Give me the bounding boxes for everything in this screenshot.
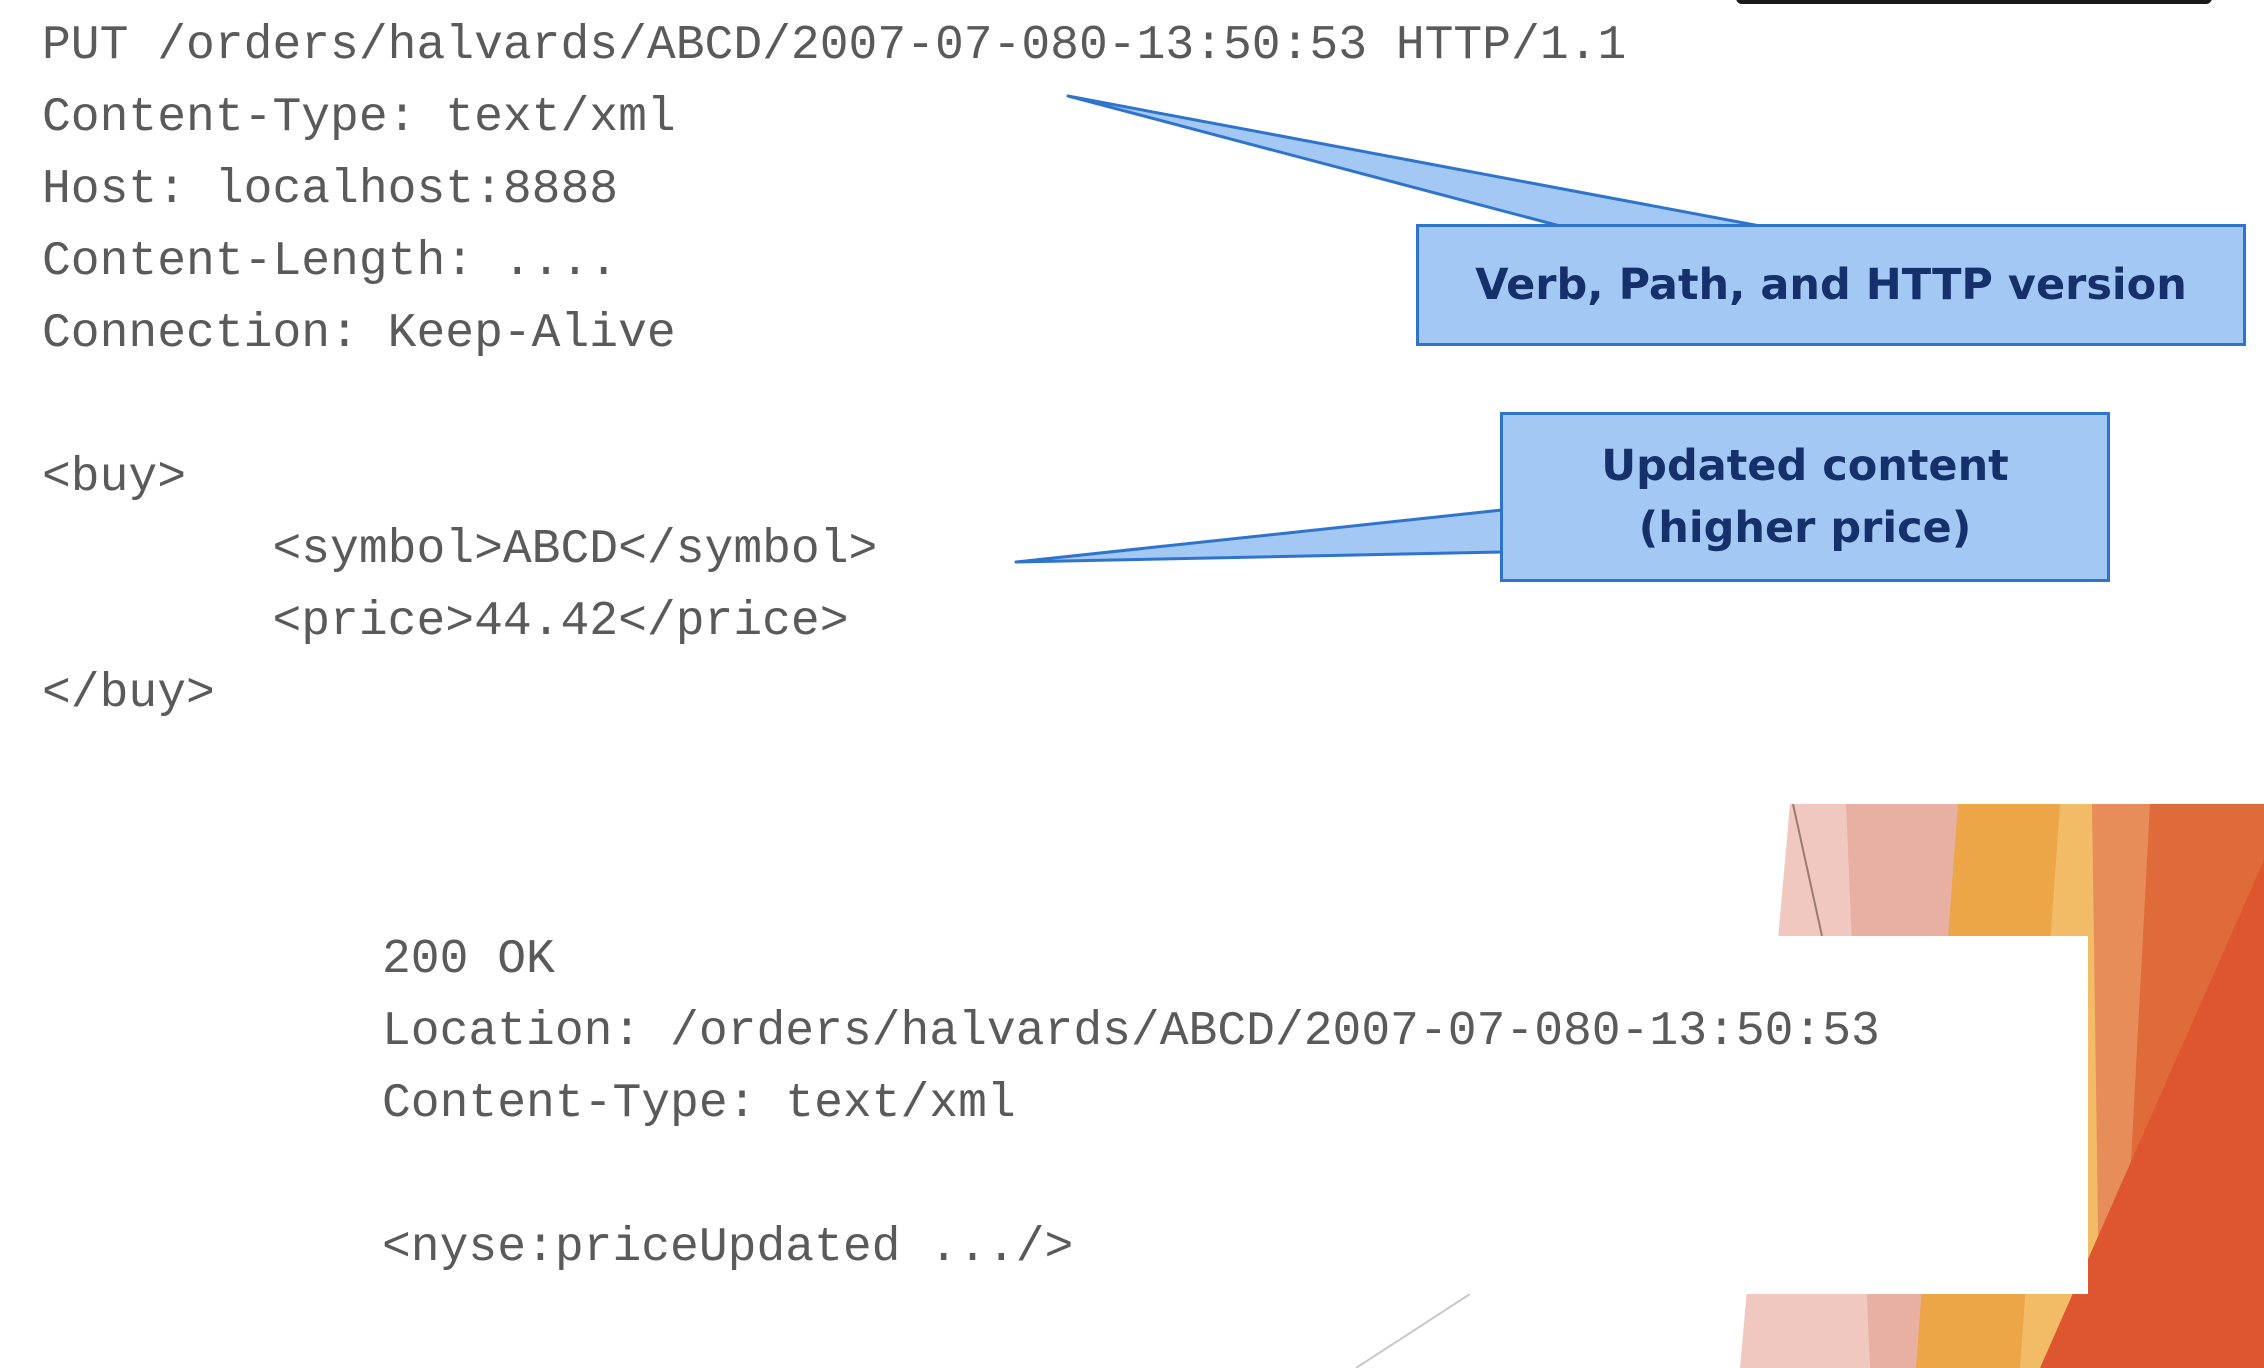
updated-content-callout: Updated content (higher price) — [1500, 412, 2110, 582]
status-line: 200 OK — [382, 933, 555, 987]
response-body: <nyse:priceUpdated .../> — [382, 1221, 1074, 1275]
content-callout-pointer — [1014, 508, 1504, 564]
response-content-type: Content-Type: text/xml — [382, 1077, 1016, 1131]
location-header: Location: /orders/halvards/ABCD/2007-07-… — [382, 1005, 1880, 1059]
callout-line-1: Updated content — [1601, 441, 2009, 491]
verb-callout-pointer — [1066, 94, 1762, 228]
callout-line-2: (higher price) — [1638, 503, 1972, 553]
verb-callout-text: Verb, Path, and HTTP version — [1475, 260, 2187, 310]
verb-path-version-callout: Verb, Path, and HTTP version — [1416, 224, 2246, 346]
